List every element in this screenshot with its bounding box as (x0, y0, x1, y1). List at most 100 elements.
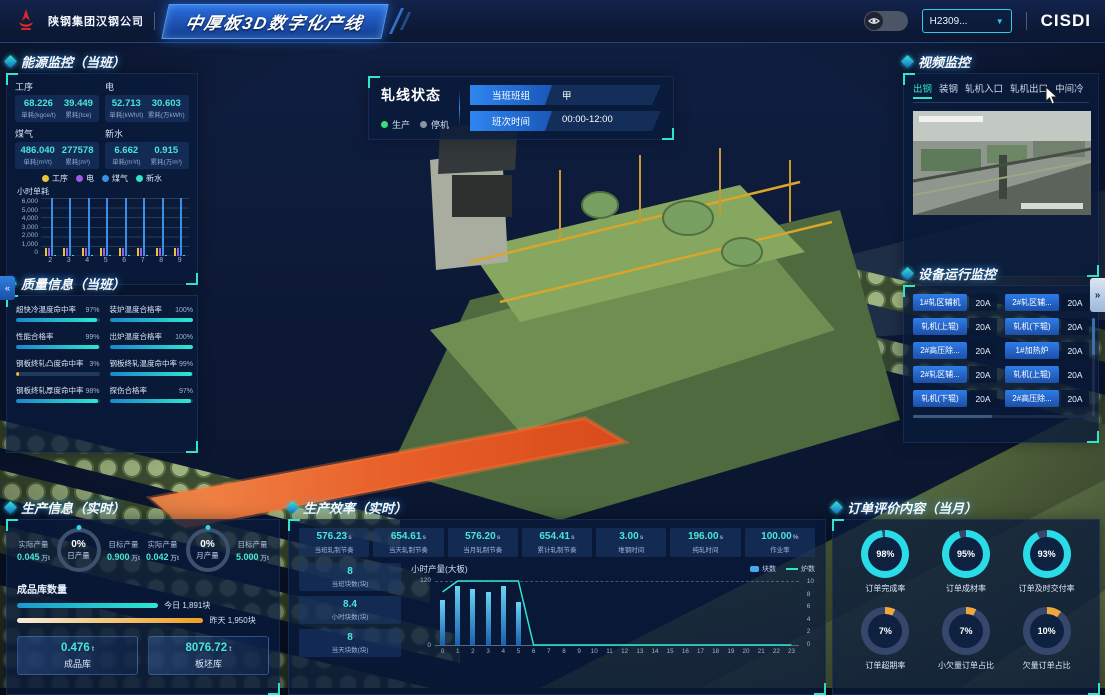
video-tab[interactable]: 出钢 (913, 81, 932, 98)
equipment-label: 1#轧区辅机 (913, 294, 967, 311)
energy-chart: 6,0005,0004,0003,0002,0001,0000 (15, 198, 189, 256)
equipment-pager[interactable] (913, 415, 1089, 418)
bar-group (100, 198, 111, 256)
energy-plot (41, 198, 189, 256)
progress-fill (16, 345, 99, 349)
video-section: 视频监控 出钢装钢轧机入口轧机出口中间冷电动热… (903, 52, 1099, 277)
donut-value: 95% (949, 537, 983, 571)
header: 陕钢集团汉钢公司 中厚板3D数字化产线 H2309... ▼ CISDI (0, 0, 1105, 43)
y-tick: 4,000 (15, 215, 38, 222)
bar (140, 248, 142, 256)
energy-metric-name: 煤气 (15, 127, 99, 140)
quality-label-row: 探伤合格率97% (110, 385, 194, 396)
hourly-chart-legend: 块数炉数 (750, 564, 815, 574)
visibility-toggle[interactable] (864, 11, 908, 31)
hourly-chart-x-axis: 01234567891011121314151617181920212223 (435, 648, 799, 655)
bar (177, 248, 179, 256)
quality-title: 质量信息（当班） (21, 274, 125, 293)
bar (162, 198, 164, 256)
stat-label: 作业率 (746, 544, 814, 554)
y-tick: 5,000 (15, 207, 38, 214)
video-tab[interactable]: 中间冷 (1055, 81, 1084, 98)
video-tab[interactable]: 装钢 (939, 81, 958, 98)
quality-item: 超快冷温度命中率97% (16, 304, 100, 322)
heat-number-select[interactable]: H2309... ▼ (922, 9, 1012, 33)
stat-value: 576.23s (300, 531, 368, 542)
order-gauge: 7%小欠量订单占比 (926, 607, 1007, 671)
video-tab[interactable]: 轧机入口 (965, 81, 1003, 98)
gauge-target-label: 目标产量 (107, 539, 140, 550)
line-status-section: 轧线状态 生产停机 当班班组甲班次时间00:00-12:00 (368, 76, 674, 140)
heat-number-value: H2309... (930, 16, 968, 27)
equipment-row[interactable]: 2#高压除...20A (913, 342, 997, 359)
equipment-row[interactable]: 2#轧区辅...20A (913, 366, 997, 383)
stat-label: 纯轧时间 (671, 544, 739, 554)
x-tick: 4 (85, 257, 89, 264)
energy-metric: 新水6.662单耗(m³/t)0.915累耗(万m³) (105, 127, 189, 169)
energy-metric-name: 新水 (105, 127, 189, 140)
donut-value: 7% (868, 614, 902, 648)
order-gauge-label: 小欠量订单占比 (938, 660, 994, 671)
stat-unit: s (497, 534, 501, 541)
gauge-actual: 实际产量0.045 万t (17, 539, 50, 562)
video-feed[interactable] (913, 111, 1091, 215)
order-gauge: 98%订单完成率 (845, 530, 926, 594)
bar (72, 255, 74, 256)
panel-collapse-right[interactable]: » (1090, 278, 1105, 312)
equipment-row[interactable]: 轧机(上辊)20A (1005, 366, 1089, 383)
y-tick: 2,000 (15, 232, 38, 239)
equipment-row[interactable]: 2#轧区辅...20A (1005, 294, 1089, 311)
bar (85, 248, 87, 256)
right-tick: 10 (807, 578, 814, 585)
bar (501, 586, 506, 645)
equipment-row[interactable]: 2#高压除...20A (1005, 390, 1089, 407)
legend-swatch (750, 566, 759, 572)
equipment-row[interactable]: 1#加热炉20A (1005, 342, 1089, 359)
quality-value: 100% (175, 307, 193, 314)
diamond-icon (901, 267, 914, 280)
bar (109, 255, 111, 256)
line-status-rows: 当班班组甲班次时间00:00-12:00 (470, 85, 661, 131)
progress-track (16, 318, 100, 322)
stat-value: 654.61s (374, 531, 442, 542)
equipment-label: 1#加热炉 (1005, 342, 1059, 359)
line-status-legend: 生产停机 (381, 118, 449, 131)
equipment-value: 20A (1061, 390, 1089, 407)
equipment-row[interactable]: 1#轧区辅机20A (913, 294, 997, 311)
video-tab[interactable]: 轧机出口 (1010, 81, 1048, 98)
scrollbar[interactable] (1092, 318, 1095, 416)
warehouse-unit: t (229, 646, 231, 653)
equipment-row[interactable]: 轧机(下辊)20A (913, 390, 997, 407)
gauge-ring: 0%日产量 (57, 528, 101, 572)
legend-dot (76, 175, 83, 182)
legend-label: 煤气 (112, 173, 128, 184)
bar (125, 198, 127, 256)
metric-unit: 累耗(tce) (64, 109, 93, 119)
metric-unit: 单耗(m³/t) (112, 156, 141, 166)
panel-collapse-left[interactable]: « (0, 276, 15, 300)
warehouse-unit: t (92, 646, 94, 653)
energy-metric: 电52.713单耗(kWh/t)30.603累耗(万kWh) (105, 80, 189, 122)
production-gauges: 实际产量0.045 万t0%日产量目标产量0.900 万t实际产量0.042 万… (17, 528, 269, 572)
status-row-label: 当班班组 (470, 85, 552, 105)
quality-grid: 超快冷温度命中率97%装炉温度合格率100%性能合格率99%出炉温度合格率100… (16, 304, 188, 403)
bar-group (45, 198, 56, 256)
scrollbar-thumb[interactable] (1092, 318, 1095, 355)
y-tick: 3,000 (15, 224, 38, 231)
equipment-title: 设备运行监控 (918, 264, 996, 283)
quality-section: 质量信息（当班） 超快冷温度命中率97%装炉温度合格率100%性能合格率99%出… (6, 274, 198, 453)
metric-unit: 单耗(kWh/t) (109, 109, 143, 119)
metric-value: 52.713 (109, 98, 143, 109)
order-gauge-label: 订单成材率 (946, 583, 986, 594)
warehouse-card: 0.476t成品库 (17, 636, 138, 675)
gauge-actual: 实际产量0.042 万t (146, 539, 179, 562)
progress-fill (16, 318, 97, 322)
hourly-chart-title: 小时产量(大板) (411, 563, 468, 575)
legend-swatch (786, 568, 798, 570)
efficiency-panel: 576.23s当班轧制节奏654.61s当天轧制节奏576.20s当月轧制节奏6… (288, 519, 826, 695)
efficiency-stat: 100.00%作业率 (745, 528, 815, 557)
equipment-row[interactable]: 轧机(下辊)20A (1005, 318, 1089, 335)
bar (100, 248, 102, 256)
metric-pair: 6.662单耗(m³/t) (112, 145, 141, 166)
equipment-row[interactable]: 轧机(上辊)20A (913, 318, 997, 335)
